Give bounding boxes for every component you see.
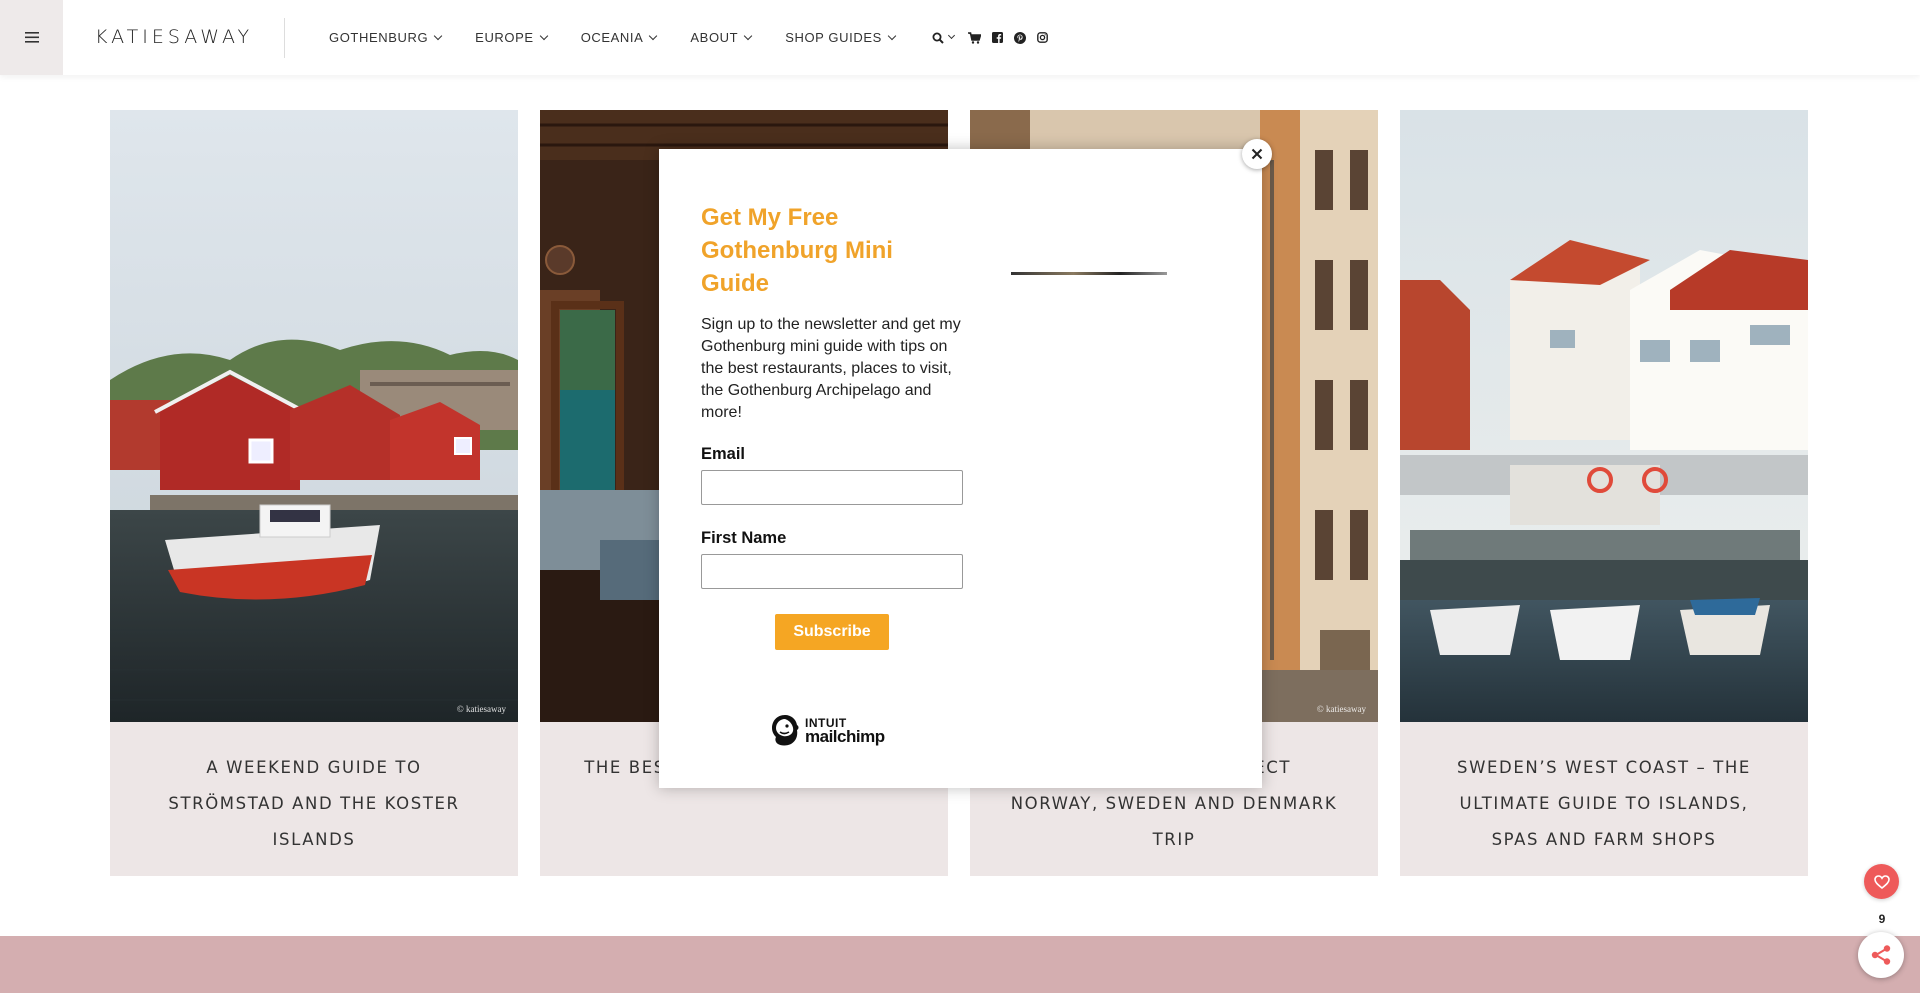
heart-icon bbox=[1873, 874, 1890, 889]
share-button[interactable] bbox=[1858, 932, 1904, 978]
site-logo[interactable]: KATIESAWAY bbox=[95, 26, 253, 48]
cart-link[interactable] bbox=[967, 31, 981, 44]
subscribe-button[interactable]: Subscribe bbox=[775, 614, 889, 650]
pinterest-icon bbox=[1013, 31, 1026, 44]
cart-icon bbox=[967, 31, 981, 44]
chevron-down-icon bbox=[539, 31, 548, 40]
newsletter-popup: Get My Free Gothenburg Mini Guide Sign u… bbox=[659, 149, 1262, 788]
image-watermark: © katiesaway bbox=[1316, 704, 1366, 714]
nav-label: EUROPE bbox=[475, 30, 534, 45]
favorite-button[interactable] bbox=[1864, 864, 1899, 899]
popup-image-strip bbox=[1011, 272, 1167, 275]
nav-label: OCEANIA bbox=[580, 30, 644, 45]
close-icon bbox=[1251, 148, 1263, 160]
harbour-houses-photo bbox=[1400, 110, 1808, 722]
header-icons bbox=[932, 31, 1059, 44]
share-count: 9 bbox=[1878, 912, 1886, 926]
first-name-label: First Name bbox=[701, 529, 787, 547]
post-card-stromstad[interactable]: © katiesaway A WEEKEND GUIDE TO STRÖMSTA… bbox=[110, 110, 518, 876]
mailchimp-logo[interactable]: INTUIT mailchimp bbox=[769, 713, 885, 747]
nav-label: ABOUT bbox=[690, 30, 739, 45]
instagram-icon bbox=[1036, 32, 1048, 43]
popup-close-button[interactable] bbox=[1242, 139, 1272, 169]
menu-toggle-button[interactable] bbox=[0, 0, 63, 75]
instagram-link[interactable] bbox=[1036, 32, 1048, 43]
email-label: Email bbox=[701, 445, 746, 463]
chevron-down-icon bbox=[649, 31, 658, 40]
first-name-field[interactable] bbox=[701, 554, 963, 589]
chevron-down-icon bbox=[743, 31, 753, 40]
pinterest-link[interactable] bbox=[1013, 31, 1026, 44]
footer-band bbox=[0, 936, 1920, 993]
mailchimp-wordmark: INTUIT mailchimp bbox=[805, 716, 885, 746]
facebook-icon bbox=[991, 32, 1003, 43]
post-card-west-coast[interactable]: SWEDEN’S WEST COAST – THE ULTIMATE GUIDE… bbox=[1400, 110, 1808, 876]
search-toggle[interactable] bbox=[932, 31, 955, 44]
chevron-down-icon bbox=[947, 31, 955, 40]
hamburger-icon bbox=[24, 32, 39, 43]
nav-item-oceania[interactable]: OCEANIA bbox=[580, 30, 658, 45]
post-image-stromstad[interactable]: © katiesaway bbox=[110, 110, 518, 722]
nav-item-europe[interactable]: EUROPE bbox=[475, 30, 548, 45]
share-icon bbox=[1871, 945, 1891, 965]
image-watermark: © katiesaway bbox=[456, 704, 506, 714]
nav-item-about[interactable]: ABOUT bbox=[690, 30, 753, 45]
search-icon bbox=[932, 32, 944, 44]
chevron-down-icon bbox=[433, 31, 443, 40]
site-header: KATIESAWAY GOTHENBURG EUROPE OCEANIA ABO… bbox=[0, 0, 1920, 75]
popup-heading: Get My Free Gothenburg Mini Guide bbox=[701, 204, 893, 297]
red-boathouses-photo bbox=[110, 110, 518, 722]
nav-label: GOTHENBURG bbox=[329, 30, 429, 45]
main-nav: GOTHENBURG EUROPE OCEANIA ABOUT SHOP GUI… bbox=[329, 0, 1059, 75]
mailchimp-freddie-icon bbox=[772, 715, 799, 746]
brand-bottom: mailchimp bbox=[805, 727, 885, 746]
email-field[interactable] bbox=[701, 470, 963, 505]
chevron-down-icon bbox=[887, 31, 897, 40]
post-title[interactable]: A WEEKEND GUIDE TO STRÖMSTAD AND THE KOS… bbox=[150, 750, 478, 858]
popup-description: Sign up to the newsletter and get my Got… bbox=[701, 316, 961, 421]
nav-item-shop-guides[interactable]: SHOP GUIDES bbox=[785, 30, 897, 45]
header-divider bbox=[284, 18, 285, 58]
nav-label: SHOP GUIDES bbox=[785, 30, 882, 45]
facebook-link[interactable] bbox=[991, 32, 1003, 43]
post-title[interactable]: SWEDEN’S WEST COAST – THE ULTIMATE GUIDE… bbox=[1440, 750, 1768, 858]
post-image-west-coast[interactable] bbox=[1400, 110, 1808, 722]
nav-item-gothenburg[interactable]: GOTHENBURG bbox=[329, 30, 443, 45]
